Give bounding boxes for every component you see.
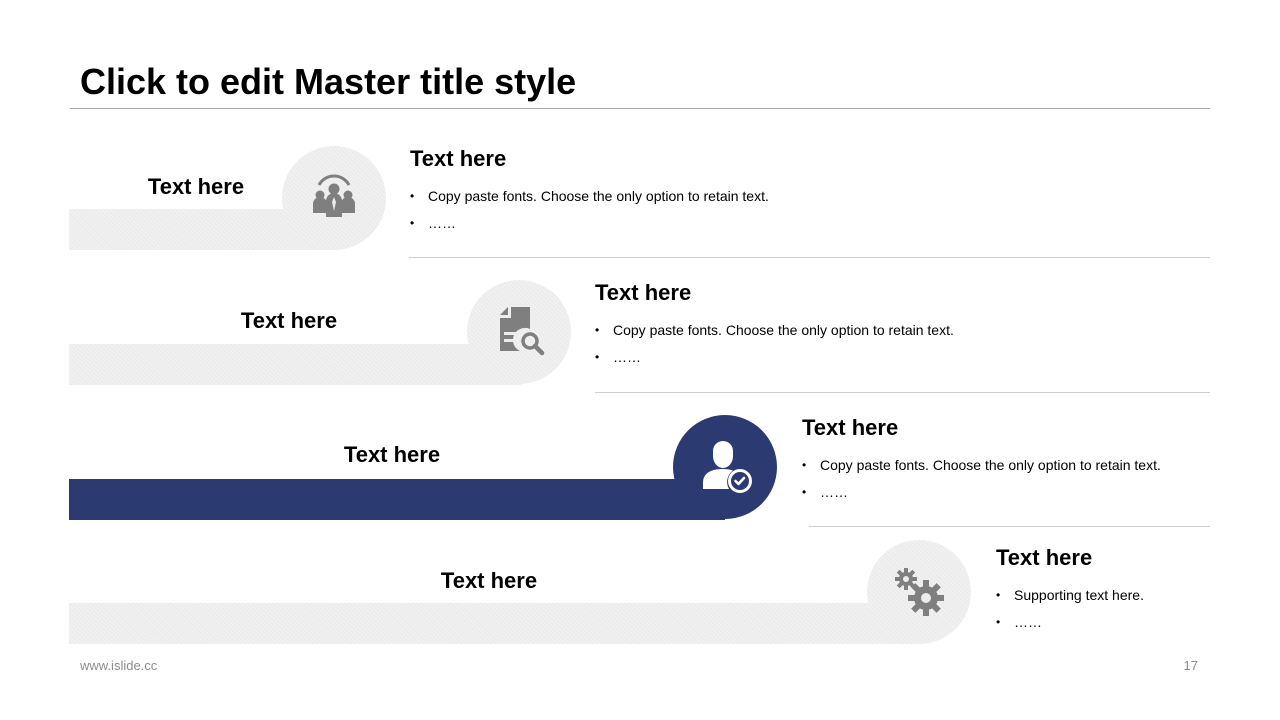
document-search-icon <box>500 307 545 356</box>
bullet-item[interactable]: …… <box>410 210 769 237</box>
bullet-item[interactable]: Copy paste fonts. Choose the only option… <box>410 183 769 210</box>
row-1-icon-circle[interactable] <box>282 146 386 250</box>
user-check-icon <box>703 441 752 493</box>
footer-url: www.islide.cc <box>80 658 158 673</box>
row-4-icon-circle[interactable] <box>867 540 971 644</box>
row-3-icon-circle[interactable] <box>673 415 777 519</box>
row-2-icon-circle[interactable] <box>467 280 571 384</box>
row-3-separator <box>809 526 1210 527</box>
slide-title[interactable]: Click to edit Master title style <box>80 60 576 104</box>
bullet-item[interactable]: …… <box>996 609 1144 636</box>
row-2-bar[interactable] <box>69 344 521 385</box>
row-3-heading[interactable]: Text here <box>802 414 1161 442</box>
row-4-bar-label: Text here <box>440 568 538 593</box>
row-1-bar-label: Text here <box>147 174 245 199</box>
row-3-bar-label: Text here <box>343 442 441 467</box>
row-3-bullets: Copy paste fonts. Choose the only option… <box>802 452 1161 506</box>
row-1-separator <box>409 257 1210 258</box>
row-4-detail: Text here Supporting text here. …… <box>996 544 1144 636</box>
gears-icon <box>895 568 944 616</box>
row-2-separator <box>595 392 1210 393</box>
row-1-bullets: Copy paste fonts. Choose the only option… <box>410 183 769 237</box>
title-divider <box>70 108 1210 109</box>
row-2-bullets: Copy paste fonts. Choose the only option… <box>595 317 954 371</box>
bullet-item[interactable]: …… <box>802 479 1161 506</box>
row-3-bar[interactable] <box>69 479 725 520</box>
row-2-heading[interactable]: Text here <box>595 279 954 307</box>
bullet-item[interactable]: Copy paste fonts. Choose the only option… <box>595 317 954 344</box>
row-1-heading[interactable]: Text here <box>410 145 769 173</box>
row-4-heading[interactable]: Text here <box>996 544 1144 572</box>
bullet-item[interactable]: Supporting text here. <box>996 582 1144 609</box>
row-4-bar[interactable] <box>69 603 919 644</box>
row-2-bar-label: Text here <box>240 308 338 333</box>
row-2-detail: Text here Copy paste fonts. Choose the o… <box>595 279 954 371</box>
row-3-detail: Text here Copy paste fonts. Choose the o… <box>802 414 1161 506</box>
row-1-detail: Text here Copy paste fonts. Choose the o… <box>410 145 769 237</box>
bullet-item[interactable]: Copy paste fonts. Choose the only option… <box>802 452 1161 479</box>
team-icon <box>313 174 355 217</box>
page-number: 17 <box>1183 658 1198 673</box>
bullet-item[interactable]: …… <box>595 344 954 371</box>
row-4-bullets: Supporting text here. …… <box>996 582 1144 636</box>
